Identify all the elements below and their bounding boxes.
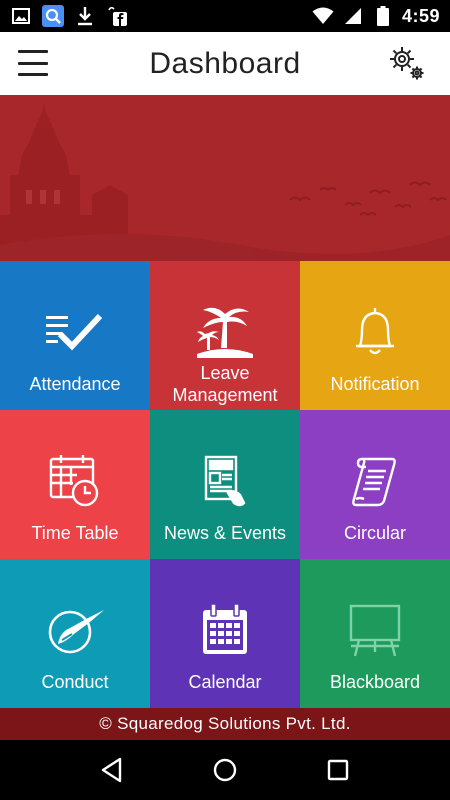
tile-label: Conduct: [41, 672, 109, 692]
calendar-clock-icon: [0, 448, 150, 514]
tile-notification[interactable]: Notification: [300, 261, 450, 410]
banner: [0, 95, 450, 261]
status-bar: 4:59: [0, 0, 450, 32]
tile-label-line2: Management: [172, 385, 278, 405]
tile-label: Circular: [343, 523, 406, 543]
tile-blackboard[interactable]: Blackboard: [300, 559, 450, 708]
recents-icon[interactable]: [316, 748, 360, 792]
newspaper-icon: [150, 448, 300, 514]
tile-circular[interactable]: Circular: [300, 410, 450, 559]
bell-icon: [300, 299, 450, 365]
back-icon[interactable]: [90, 748, 134, 792]
tile-label: Notification: [330, 374, 420, 394]
battery-icon: [372, 5, 394, 27]
settings-gears-icon[interactable]: [386, 42, 428, 84]
home-icon[interactable]: [203, 748, 247, 792]
tile-label: Attendance: [29, 374, 121, 394]
wifi-icon: [312, 5, 334, 27]
tile-conduct[interactable]: Conduct: [0, 559, 150, 708]
status-right-icons: 4:59: [312, 5, 440, 27]
dashboard-grid: Attendance Leave Management Notification…: [0, 261, 450, 708]
nav-bar: [0, 740, 450, 800]
facebook-icon: [106, 5, 128, 27]
blackboard-icon: [300, 597, 450, 663]
calendar-icon: [150, 597, 300, 663]
image-icon: [10, 5, 32, 27]
download-icon: [74, 5, 96, 27]
tile-label: Time Table: [31, 523, 119, 543]
signal-icon: [342, 5, 364, 27]
app-bar: Dashboard: [0, 32, 450, 95]
tile-label: Calendar: [188, 672, 262, 692]
tile-time-table[interactable]: Time Table: [0, 410, 150, 559]
tile-label: Blackboard: [329, 672, 421, 692]
tile-label-line1: Leave: [200, 363, 250, 383]
checklist-icon: [0, 299, 150, 365]
search-icon: [42, 5, 64, 27]
banner-illustration: [0, 103, 450, 261]
status-left-icons: [10, 5, 128, 27]
palm-island-icon: [150, 299, 300, 365]
footer-copyright: © Squaredog Solutions Pvt. Ltd.: [0, 708, 450, 740]
tile-calendar[interactable]: Calendar: [150, 559, 300, 708]
status-time: 4:59: [401, 5, 440, 26]
tile-label: News & Events: [163, 523, 287, 543]
conduct-badge-icon: [0, 597, 150, 663]
tile-leave-management[interactable]: Leave Management: [150, 261, 300, 410]
tile-news-events[interactable]: News & Events: [150, 410, 300, 559]
page-title: Dashboard: [149, 46, 301, 80]
tile-attendance[interactable]: Attendance: [0, 261, 150, 410]
scroll-icon: [300, 448, 450, 514]
tile-label: Leave Management: [150, 362, 300, 406]
hamburger-menu-icon[interactable]: [18, 50, 48, 76]
